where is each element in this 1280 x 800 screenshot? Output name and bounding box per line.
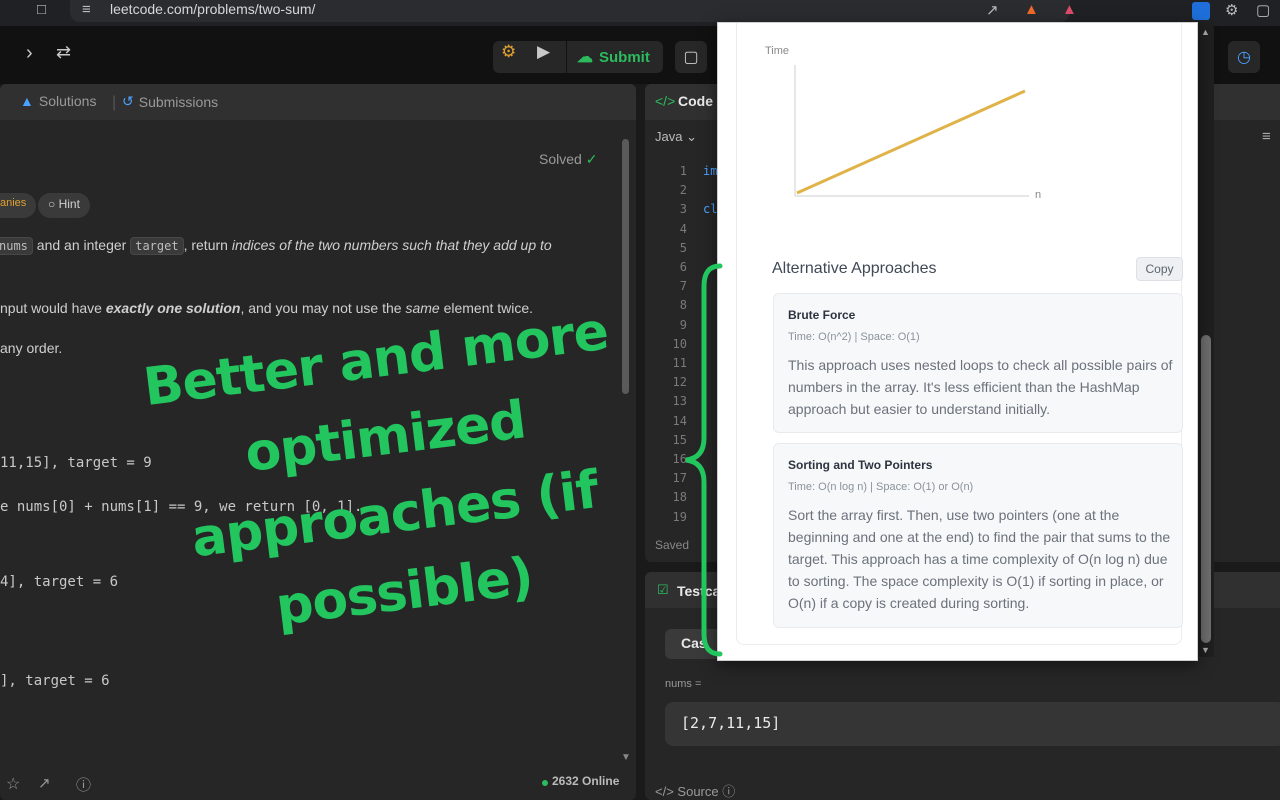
approach-card-brute-force: Brute Force Time: O(n^2) | Space: O(1) T… — [773, 293, 1183, 433]
tab-label: Solutions — [38, 93, 97, 109]
share-icon[interactable]: ↗ — [38, 774, 51, 792]
example-3-input: ], target = 6 — [0, 673, 110, 689]
code-line-1: im — [703, 164, 718, 178]
bookmark-icon[interactable]: □ — [37, 1, 46, 18]
star-icon[interactable]: ☆ — [6, 774, 20, 794]
approach-complexity: Time: O(n log n) | Space: O(1) or O(n) — [788, 481, 974, 493]
chevron-down-icon: ⌄ — [686, 129, 697, 144]
example-2-input: 4], target = 6 — [0, 574, 119, 590]
line-number: 2 — [679, 183, 687, 198]
scroll-down-icon[interactable]: ▼ — [621, 752, 631, 763]
source-link[interactable]: </> Source ⓘ — [655, 781, 735, 800]
submit-label: Submit — [599, 48, 650, 66]
approach-complexity: Time: O(n^2) | Space: O(1) — [788, 331, 920, 343]
tab-divider: | — [112, 94, 117, 111]
cloud-upload-icon: ☁ — [577, 49, 593, 66]
desc-italic: indices of the two numbers such that the… — [231, 237, 552, 253]
chart-y-label: Time — [765, 45, 789, 57]
chart-series-line — [796, 89, 1026, 195]
run-icon[interactable]: ▶ — [537, 42, 550, 62]
language-label: Java — [655, 129, 683, 144]
next-problem-icon[interactable]: › — [26, 42, 33, 65]
timer-icon: ◷ — [1237, 49, 1251, 66]
topic-chip[interactable]: anies — [0, 193, 37, 218]
line-number: 3 — [679, 202, 687, 217]
line-number: 5 — [679, 240, 687, 255]
submit-button[interactable]: ☁ Submit — [566, 41, 663, 73]
solved-badge: Solved ✓ — [539, 151, 597, 168]
line-number: 4 — [679, 221, 687, 236]
popup-scroll-down-icon[interactable]: ▼ — [1201, 645, 1210, 655]
chart-x-label: n — [1035, 189, 1041, 201]
language-select[interactable]: Java ⌄ — [655, 129, 697, 145]
tab-label: Submissions — [138, 93, 219, 110]
extension-icon[interactable] — [1192, 2, 1210, 20]
popup-content: Time n Alternative Approaches Copy Brute… — [736, 23, 1183, 645]
extension-popup: Time n Alternative Approaches Copy Brute… — [717, 22, 1198, 661]
topic-chip-label: anies — [0, 197, 27, 209]
nums-input[interactable]: [2,7,11,15] — [665, 702, 1280, 746]
desc-text: and an integer — [36, 237, 127, 253]
line-number: 1 — [679, 164, 687, 178]
alternative-approaches-title: Alternative Approaches — [772, 260, 937, 277]
code-icon: </> — [655, 784, 674, 799]
rewards-icon[interactable]: ▲ — [1062, 1, 1077, 18]
solved-label: Solved — [539, 151, 582, 167]
notes-button[interactable]: ▢ — [675, 41, 707, 73]
popup-scrollbar[interactable] — [1201, 335, 1211, 643]
tab-solutions[interactable]: ▲ Solutions — [20, 93, 96, 109]
online-indicator-icon — [542, 780, 548, 786]
code-title: Code — [678, 93, 713, 109]
nums-label: nums = — [665, 678, 702, 690]
approach-title: Sorting and Two Pointers — [788, 458, 933, 472]
help-icon[interactable]: ⓘ — [76, 774, 91, 795]
note-icon: ▢ — [683, 49, 699, 66]
url-text[interactable]: leetcode.com/problems/two-sum/ — [110, 1, 315, 17]
description-line-1: nums and an integer target, return indic… — [0, 237, 552, 255]
help-icon: ⓘ — [722, 784, 736, 799]
description-footer: ☆ ↗ ⓘ 2632 Online — [0, 774, 636, 800]
share-icon[interactable]: ↗ — [986, 1, 999, 19]
inline-code-nums: nums — [0, 237, 33, 255]
timer-button[interactable]: ◷ — [1228, 41, 1260, 73]
description-line-3: any order. — [0, 340, 63, 356]
annotation-brace — [685, 263, 723, 657]
sidebar-icon[interactable]: ▢ — [1256, 1, 1270, 19]
inline-code-target: target — [130, 237, 184, 255]
hint-label: Hint — [58, 197, 80, 211]
online-count: 2632 Online — [552, 774, 620, 788]
description-tabs: ▲ Solutions | ↺ Submissions — [0, 84, 636, 120]
tab-submissions[interactable]: ↺ Submissions — [122, 93, 218, 110]
source-label: Source — [677, 784, 719, 799]
code-line-3: cl — [703, 202, 718, 216]
complexity-chart: Time n — [765, 45, 1041, 201]
approach-card-two-pointers: Sorting and Two Pointers Time: O(n log n… — [773, 443, 1183, 628]
format-icon[interactable]: ≡ — [1262, 128, 1271, 145]
shuffle-icon[interactable]: ⇄ — [56, 42, 71, 63]
flask-icon: ▲ — [20, 93, 34, 109]
brave-shield-icon[interactable]: ▲ — [1024, 1, 1039, 18]
approach-description: This approach uses nested loops to check… — [788, 357, 1173, 417]
desc-text: , and you may not use the — [240, 300, 402, 316]
lightbulb-icon: ○ — [48, 197, 56, 211]
popup-scroll-up-icon[interactable]: ▲ — [1201, 27, 1210, 37]
desc-text: nput would have — [0, 300, 102, 316]
extensions-puzzle-icon[interactable]: ⚙ — [1225, 1, 1238, 19]
debug-icon[interactable]: ⚙ — [501, 42, 516, 62]
approach-description: Sort the array first. Then, use two poin… — [788, 507, 1171, 611]
promo-caption: Better and more optimized approaches (if… — [140, 301, 612, 638]
copy-button[interactable]: Copy — [1136, 257, 1183, 281]
history-icon: ↺ — [122, 93, 134, 109]
code-icon: </> — [655, 93, 676, 109]
desc-bold: exactly one solution — [105, 300, 241, 316]
check-circle-icon: ✓ — [585, 151, 598, 167]
desc-text: , return — [183, 237, 228, 253]
site-settings-icon[interactable]: ≡ — [82, 1, 91, 18]
approach-title: Brute Force — [788, 308, 856, 322]
hint-chip[interactable]: ○ Hint — [38, 193, 90, 218]
